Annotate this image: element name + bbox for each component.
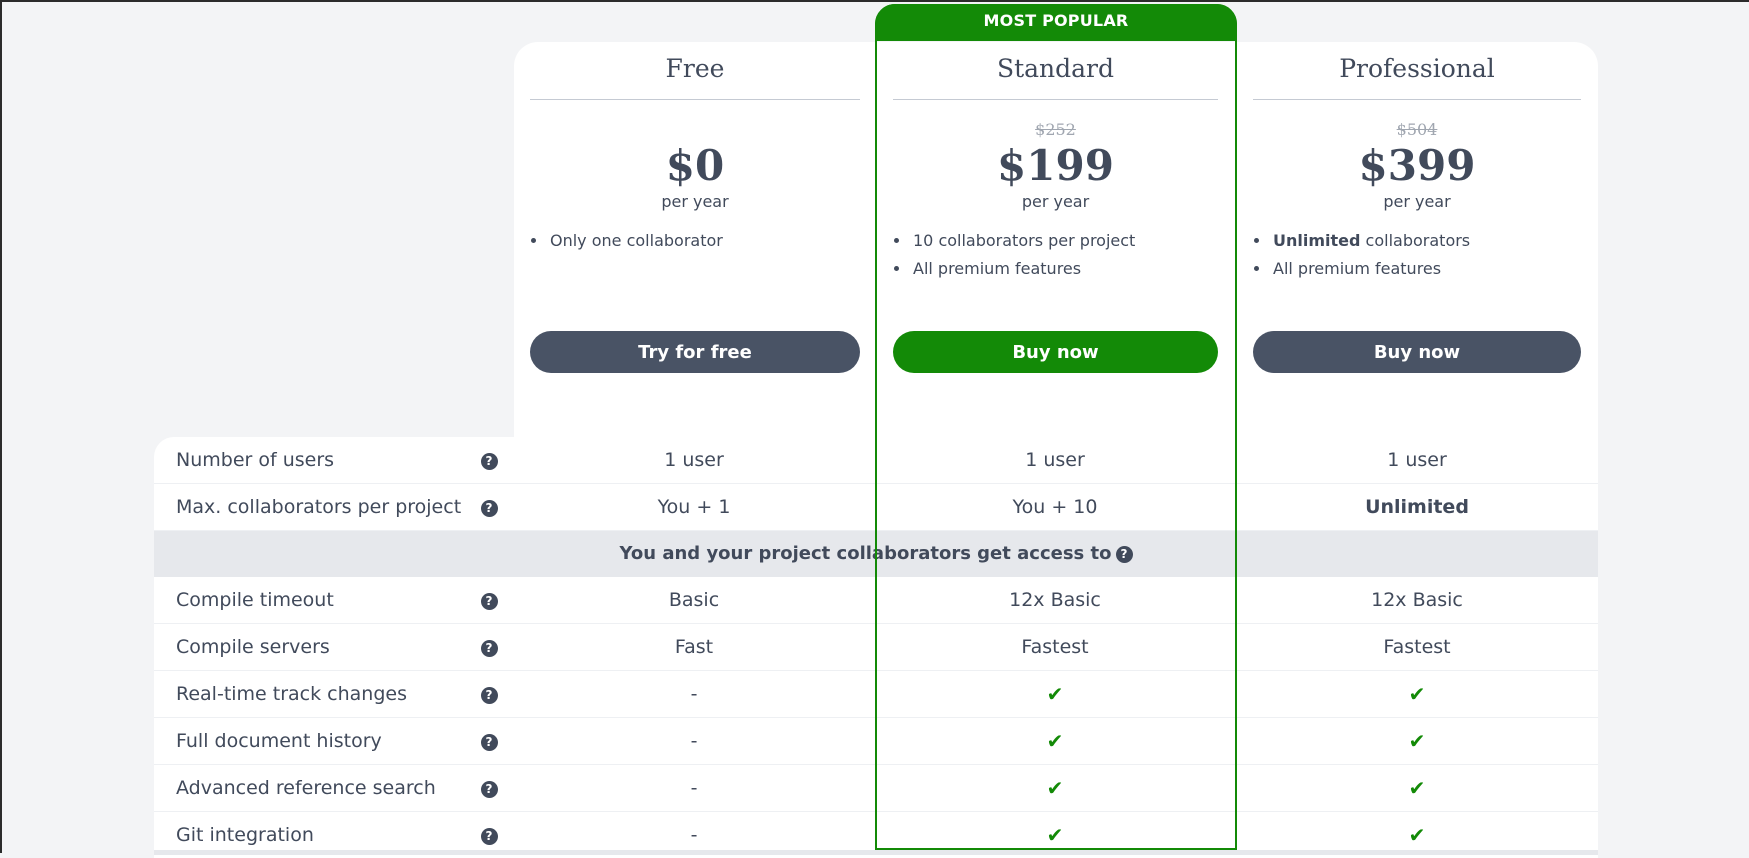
plan-features-list: 10 collaborators per project All premium…	[893, 227, 1218, 331]
plan-standard: Standard $252 $199 per year 10 collabora…	[893, 42, 1218, 373]
table-cell: 12x Basic	[1371, 589, 1463, 611]
check-icon: ✔	[1046, 823, 1064, 847]
feature-label: Full document history	[176, 730, 382, 752]
feature-label: Max. collaborators per project	[176, 496, 462, 518]
section-title: You and your project collaborators get a…	[619, 543, 1112, 564]
table-row: Max. collaborators per project ? You + 1…	[154, 484, 1598, 531]
question-circle-icon: ?	[480, 593, 498, 610]
table-cell: -	[690, 730, 698, 752]
plan-name: Professional	[1253, 42, 1581, 100]
price-period: per year	[1021, 192, 1090, 211]
price-period: per year	[661, 192, 729, 211]
plan-free: Free $0 per year Only one collaborator T…	[530, 42, 860, 373]
old-price: $252	[1035, 120, 1076, 139]
price-period: per year	[1383, 192, 1451, 211]
old-price	[530, 120, 860, 140]
table-cell: 1 user	[664, 449, 724, 471]
section-header: You and your project collaborators get a…	[154, 531, 1598, 577]
table-row: Number of users ? 1 user 1 user 1 user	[154, 437, 1598, 484]
check-icon: ✔	[1408, 729, 1426, 753]
help-button[interactable]: ?	[464, 731, 514, 751]
question-circle-icon: ?	[480, 687, 498, 704]
table-cell: You + 1	[657, 496, 731, 518]
bold-text: Unlimited	[1273, 231, 1361, 250]
plan-features-list: Only one collaborator	[530, 227, 860, 331]
question-circle-icon: ?	[480, 734, 498, 751]
question-circle-icon: ?	[480, 828, 498, 845]
help-button[interactable]: ?	[464, 497, 514, 517]
feature-label: Compile servers	[176, 636, 330, 658]
help-button[interactable]: ?	[464, 637, 514, 657]
list-item: 10 collaborators per project	[911, 227, 1218, 255]
buy-now-standard-button[interactable]: Buy now	[893, 331, 1218, 373]
table-row: Full document history ? - ✔ ✔	[154, 718, 1598, 765]
table-cell: Basic	[668, 589, 720, 611]
question-circle-icon[interactable]: ?	[1115, 546, 1133, 563]
list-item-text: collaborators	[1360, 231, 1471, 250]
table-cell: -	[690, 824, 698, 846]
buy-now-professional-button[interactable]: Buy now	[1253, 331, 1581, 373]
table-cell: 1 user	[1025, 449, 1085, 471]
question-circle-icon: ?	[480, 781, 498, 798]
most-popular-badge: MOST POPULAR	[875, 4, 1237, 41]
feature-label: Compile timeout	[176, 589, 334, 611]
help-button[interactable]: ?	[464, 590, 514, 610]
help-button[interactable]: ?	[464, 684, 514, 704]
question-circle-icon: ?	[480, 640, 498, 657]
check-icon: ✔	[1408, 776, 1426, 800]
check-icon: ✔	[1046, 682, 1064, 706]
help-button[interactable]: ?	[464, 825, 514, 845]
plan-features-list: Unlimited collaborators All premium feat…	[1253, 227, 1581, 331]
list-item: Unlimited collaborators	[1271, 227, 1581, 255]
table-row: Compile timeout ? Basic 12x Basic 12x Ba…	[154, 577, 1598, 624]
check-icon: ✔	[1408, 682, 1426, 706]
table-cell: Fastest	[1021, 636, 1089, 658]
table-cell: Fastest	[1383, 636, 1451, 658]
plan-name: Free	[530, 42, 860, 100]
table-row: Real-time track changes ? - ✔ ✔	[154, 671, 1598, 718]
table-row: Compile servers ? Fast Fastest Fastest	[154, 624, 1598, 671]
old-price: $504	[1396, 120, 1438, 139]
feature-label: Advanced reference search	[176, 777, 436, 799]
table-cell: -	[690, 683, 698, 705]
table-cell: 12x Basic	[1009, 589, 1101, 611]
feature-label: Real-time track changes	[176, 683, 407, 705]
plan-name: Standard	[893, 42, 1218, 100]
feature-label: Git integration	[176, 824, 314, 846]
table-row: Advanced reference search ? - ✔ ✔	[154, 765, 1598, 812]
try-for-free-button[interactable]: Try for free	[530, 331, 860, 373]
table-cell: Unlimited	[1365, 496, 1469, 518]
plan-professional: Professional $504 $399 per year Unlimite…	[1253, 42, 1581, 373]
list-item: All premium features	[1271, 255, 1581, 283]
check-icon: ✔	[1046, 776, 1064, 800]
question-circle-icon: ?	[480, 453, 498, 470]
help-button[interactable]: ?	[464, 778, 514, 798]
table-cell: You + 10	[1012, 496, 1098, 518]
comparison-table: Number of users ? 1 user 1 user 1 user M…	[154, 437, 1598, 858]
plan-price: $0	[665, 141, 725, 190]
table-cell: Fast	[674, 636, 714, 658]
question-circle-icon: ?	[480, 500, 498, 517]
table-cell: 1 user	[1387, 449, 1447, 471]
help-button[interactable]: ?	[464, 450, 514, 470]
check-icon: ✔	[1046, 729, 1064, 753]
table-cell: -	[690, 777, 698, 799]
feature-label: Number of users	[176, 449, 335, 471]
list-item: Only one collaborator	[548, 227, 860, 255]
list-item: All premium features	[911, 255, 1218, 283]
plan-price: $399	[1358, 141, 1476, 190]
plan-price: $199	[997, 141, 1114, 190]
check-icon: ✔	[1408, 823, 1426, 847]
